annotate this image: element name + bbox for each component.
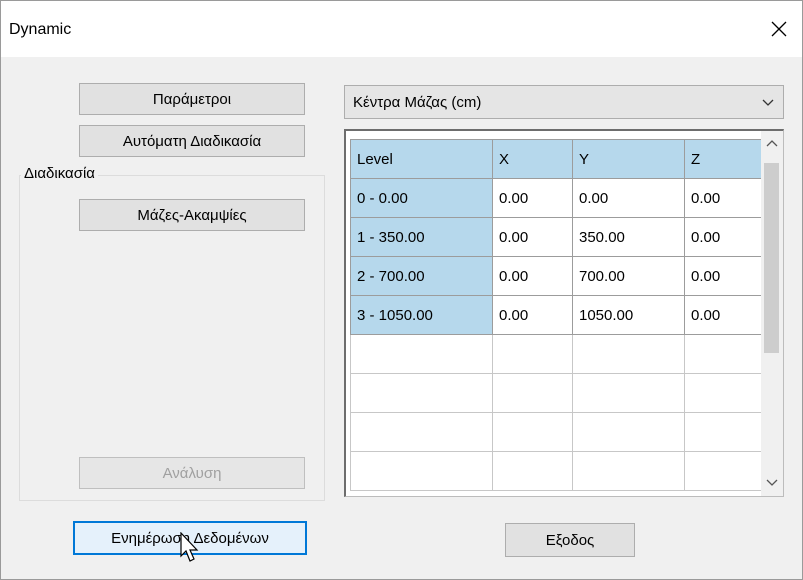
- column-header-level[interactable]: Level: [350, 139, 493, 179]
- mouse-pointer-icon: [180, 532, 199, 562]
- grid-cell[interactable]: 700.00: [572, 256, 685, 296]
- grid-cell[interactable]: 0.00: [492, 217, 573, 257]
- vertical-scrollbar[interactable]: [761, 131, 783, 496]
- auto-procedure-button[interactable]: Αυτόματη Διαδικασία: [79, 125, 305, 157]
- grid-cell[interactable]: 0.00: [684, 295, 765, 335]
- table-row: 2 - 700.00 0.00 700.00 0.00: [350, 256, 765, 296]
- grid-cell[interactable]: 1050.00: [572, 295, 685, 335]
- title-bar: Dynamic: [1, 1, 802, 57]
- grid-cell-level[interactable]: 0 - 0.00: [350, 178, 493, 218]
- close-icon: [771, 21, 787, 37]
- column-header-y[interactable]: Y: [572, 139, 685, 179]
- column-header-x[interactable]: X: [492, 139, 573, 179]
- empty-row: [350, 451, 765, 491]
- empty-cell[interactable]: [572, 334, 685, 374]
- grid-cell[interactable]: 0.00: [492, 178, 573, 218]
- grid-cell[interactable]: 0.00: [492, 256, 573, 296]
- analysis-button[interactable]: Ανάλυση: [79, 457, 305, 489]
- empty-cell[interactable]: [350, 373, 493, 413]
- empty-cell[interactable]: [350, 334, 493, 374]
- empty-cell[interactable]: [684, 412, 765, 452]
- grid-cell-level[interactable]: 2 - 700.00: [350, 256, 493, 296]
- empty-cell[interactable]: [492, 373, 573, 413]
- empty-cell[interactable]: [492, 451, 573, 491]
- empty-cell[interactable]: [684, 373, 765, 413]
- empty-cell[interactable]: [684, 451, 765, 491]
- empty-cell[interactable]: [492, 334, 573, 374]
- grid-cell-level[interactable]: 3 - 1050.00: [350, 295, 493, 335]
- grid-table: Level X Y Z 0 - 0.00 0.00 0.00 0.00 1 - …: [350, 139, 765, 491]
- empty-cell[interactable]: [350, 412, 493, 452]
- close-button[interactable]: [756, 1, 802, 57]
- empty-cell[interactable]: [572, 451, 685, 491]
- empty-row: [350, 334, 765, 374]
- exit-button[interactable]: Εξοδος: [505, 523, 635, 557]
- window-title: Dynamic: [9, 21, 72, 38]
- parameters-button[interactable]: Παράμετροι: [79, 83, 305, 115]
- empty-cell[interactable]: [684, 334, 765, 374]
- grid-cell[interactable]: 0.00: [492, 295, 573, 335]
- grid-cell[interactable]: 0.00: [572, 178, 685, 218]
- table-row: 1 - 350.00 0.00 350.00 0.00: [350, 217, 765, 257]
- result-type-dropdown[interactable]: Κέντρα Μάζας (cm): [344, 85, 784, 119]
- grid-header-row: Level X Y Z: [350, 139, 765, 179]
- empty-row: [350, 373, 765, 413]
- masses-stiffness-button[interactable]: Μάζες-Ακαμψίες: [79, 199, 305, 231]
- grid-cell[interactable]: 0.00: [684, 217, 765, 257]
- column-header-z[interactable]: Z: [684, 139, 765, 179]
- empty-cell[interactable]: [572, 373, 685, 413]
- procedure-group-label: Διαδικασία: [21, 165, 98, 182]
- grid-cell[interactable]: 0.00: [684, 256, 765, 296]
- scrollbar-thumb[interactable]: [764, 163, 779, 353]
- dropdown-selected-value: Κέντρα Μάζας (cm): [353, 93, 482, 111]
- grid-cell[interactable]: 350.00: [572, 217, 685, 257]
- grid-cell-level[interactable]: 1 - 350.00: [350, 217, 493, 257]
- grid-cell[interactable]: 0.00: [684, 178, 765, 218]
- empty-cell[interactable]: [572, 412, 685, 452]
- dialog-window: Dynamic Παράμετροι Αυτόματη Διαδικασία Δ…: [0, 0, 803, 580]
- empty-row: [350, 412, 765, 452]
- table-row: 0 - 0.00 0.00 0.00 0.00: [350, 178, 765, 218]
- chevron-down-icon: [762, 99, 774, 106]
- empty-cell[interactable]: [350, 451, 493, 491]
- table-row: 3 - 1050.00 0.00 1050.00 0.00: [350, 295, 765, 335]
- empty-cell[interactable]: [492, 412, 573, 452]
- data-grid[interactable]: Level X Y Z 0 - 0.00 0.00 0.00 0.00 1 - …: [344, 129, 784, 497]
- scroll-down-icon[interactable]: [765, 475, 779, 489]
- scroll-up-icon[interactable]: [765, 137, 779, 151]
